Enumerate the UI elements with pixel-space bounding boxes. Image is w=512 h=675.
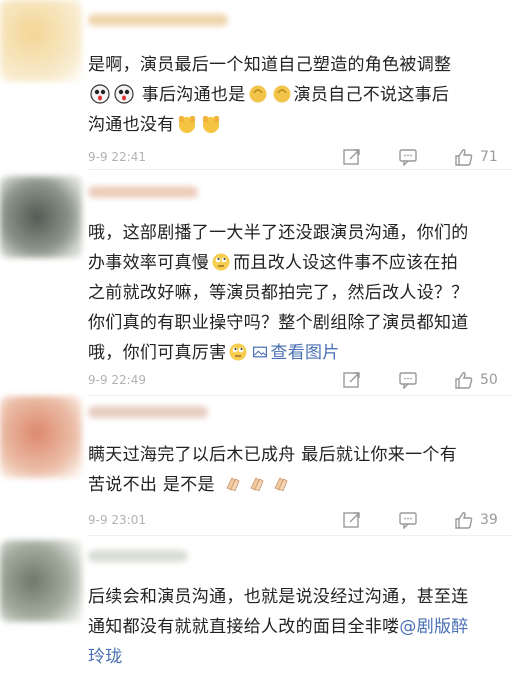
comment-text-line: 后续会和演员沟通，也就是说没经过沟通，甚至连 [88,587,469,607]
shrug-hand-emoji [249,85,267,103]
comment-text-line: 哦，这部剧播了一大半了还没跟演员沟通，你们的 [88,223,469,243]
rolling-eyes-emoji [229,343,247,361]
avatar[interactable] [0,176,82,258]
like-icon[interactable] [454,148,474,166]
avatar[interactable] [0,0,82,82]
comment-text-line: 通知都没有就就直接给人改的面目全非喽 [88,617,400,637]
avatar[interactable] [0,396,82,478]
comment-text: 瞒天过海完了以后木已成舟 最后就让你来一个有 苦说不出 是不是 [88,440,494,500]
comment-text-line: 哦，你们可真厉害 [88,343,227,363]
shocked-face-emoji [90,84,110,104]
comment-text: 哦，这部剧播了一大半了还没跟演员沟通，你们的 办事效率可真慢 而且改人设这件事不应… [88,218,494,368]
comment-text-line: 而且改人设这件事不应该在拍 [233,253,459,273]
comment-meta: 9-9 22:49 50 [88,370,502,390]
comment-item: 哦，这部剧播了一大半了还没跟演员沟通，你们的 办事效率可真慢 而且改人设这件事不应… [0,170,512,396]
share-icon[interactable] [342,371,362,389]
rolling-eyes-emoji [212,253,230,271]
comment-time: 9-9 22:41 [88,150,146,164]
comment-text-line: 演员自己不说这事后 [293,85,450,105]
comment-text: 是啊，演员最后一个知道自己塑造的角色被调整 事后沟通也是 演员自己不说这事后 沟通… [88,50,494,140]
mention-link[interactable]: 玲珑 [88,647,123,667]
avatar[interactable] [0,540,82,622]
comment-icon[interactable] [398,371,418,389]
username-blurred[interactable] [88,14,228,26]
username-blurred[interactable] [88,406,208,418]
shocked-face-emoji [114,84,134,104]
comment-text-line: 沟通也没有 [88,115,175,135]
comment-meta: 9-9 23:01 39 [88,510,502,530]
shrug-hand-emoji [273,85,291,103]
like-count: 39 [480,512,498,528]
comment-icon[interactable] [398,148,418,166]
username-blurred[interactable] [88,186,198,198]
image-icon [253,346,268,358]
comment-text-line: 是啊，演员最后一个知道自己塑造的角色被调整 [88,55,452,75]
comment-item: 是啊，演员最后一个知道自己塑造的角色被调整 事后沟通也是 演员自己不说这事后 沟通… [0,0,512,170]
comment-text-line: 你们真的有职业操守吗？整个剧组除了演员都知道 [88,313,469,333]
comment-time: 9-9 23:01 [88,513,146,527]
comment-text-line: 事后沟通也是 [136,85,246,105]
comment-text: 后续会和演员沟通，也就是说没经过沟通，甚至连 通知都没有就就直接给人改的面目全非… [88,582,494,672]
hands-up-emoji [202,116,219,133]
comment-time: 9-9 22:49 [88,373,146,387]
like-icon[interactable] [454,511,474,529]
like-icon[interactable] [454,371,474,389]
comment-item: 瞒天过海完了以后木已成舟 最后就让你来一个有 苦说不出 是不是 9-9 23:0… [0,396,512,536]
comment-text-line: 办事效率可真慢 [88,253,210,273]
comment-icon[interactable] [398,511,418,529]
clapping-hands-emoji [273,477,288,492]
comment-text-line: 瞒天过海完了以后木已成舟 最后就让你来一个有 [88,445,458,465]
like-count: 71 [480,149,498,165]
hands-up-emoji [178,116,195,133]
comment-text-line: 之前就改好嘛，等演员都拍完了，然后改人设？？ [88,283,469,303]
clapping-hands-emoji [249,477,264,492]
comment-meta: 9-9 22:41 71 [88,147,502,167]
share-icon[interactable] [342,148,362,166]
comment-item: 后续会和演员沟通，也就是说没经过沟通，甚至连 通知都没有就就直接给人改的面目全非… [0,536,512,675]
mention-link[interactable]: @剧版醉 [399,617,468,637]
share-icon[interactable] [342,511,362,529]
view-image-link[interactable]: 查看图片 [250,343,339,363]
username-blurred[interactable] [88,550,188,562]
like-count: 50 [480,372,498,388]
clapping-hands-emoji [225,477,240,492]
comment-text-line: 苦说不出 是不是 [88,475,215,495]
